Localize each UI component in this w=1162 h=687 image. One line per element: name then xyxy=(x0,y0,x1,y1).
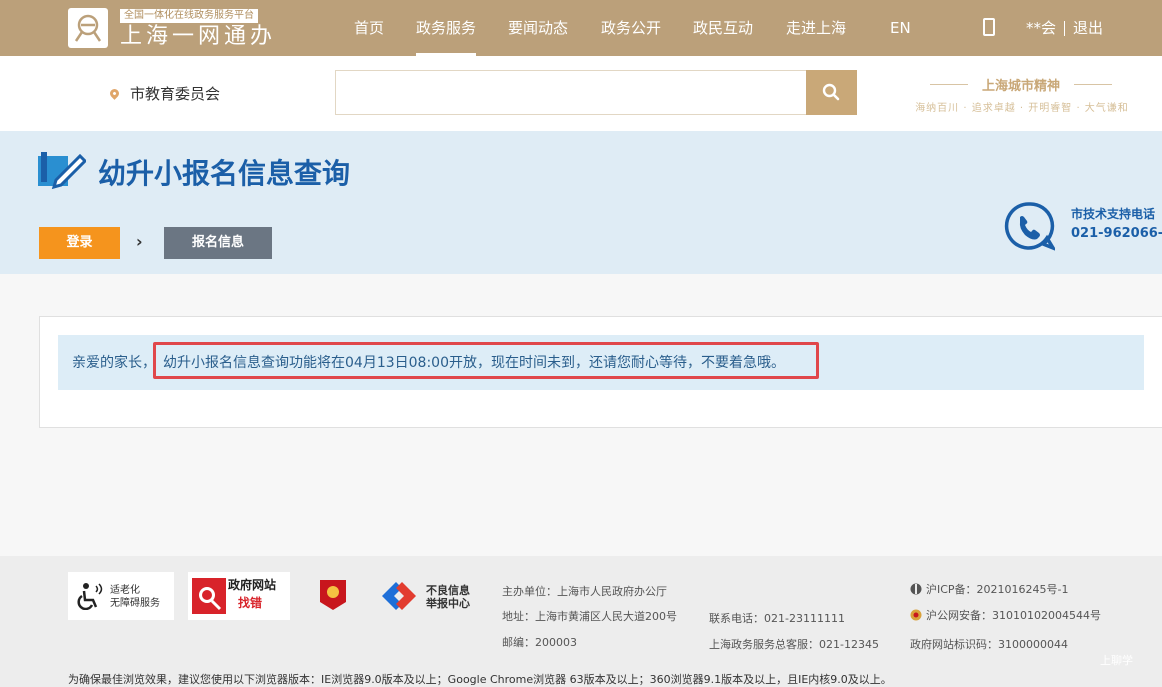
footer-phone: 联系电话：021-23111111 xyxy=(709,612,845,625)
accessibility-icon xyxy=(77,583,103,610)
report-center-badge[interactable]: 不良信息 举报中心 xyxy=(380,572,480,620)
notice-message: 幼升小报名信息查询功能将在04月13日08:00开放，现在时间未到，还请您耐心等… xyxy=(163,355,785,371)
mobile-icon[interactable] xyxy=(983,18,995,36)
search-button[interactable] xyxy=(806,70,857,115)
magnifier-icon xyxy=(192,578,226,614)
user-name[interactable]: **会 xyxy=(1026,0,1056,56)
logo-emblem-icon xyxy=(68,8,108,48)
phone-support-icon xyxy=(1004,202,1055,251)
nav-home[interactable]: 首页 xyxy=(354,0,384,56)
watermark: 上聊学 xyxy=(1100,654,1133,667)
hotline-label: 市技术支持电话 xyxy=(1071,207,1156,221)
police-badge-icon xyxy=(910,609,922,621)
page-title: 幼升小报名信息查询 xyxy=(98,157,351,190)
nav-divider xyxy=(1064,21,1065,36)
report-error-badge[interactable]: 政府网站 找错 xyxy=(188,572,290,620)
report-error-label-1: 政府网站 xyxy=(228,578,277,592)
nav-news[interactable]: 要闻动态 xyxy=(508,0,568,56)
report-center-label-2: 举报中心 xyxy=(426,597,470,610)
nav-gov-affairs-public[interactable]: 政务公开 xyxy=(601,0,661,56)
footer-sponsor: 主办单位：上海市人民政府办公厅 xyxy=(502,585,667,598)
nav-english[interactable]: EN xyxy=(890,0,911,56)
location-selector[interactable]: 市教育委员会 xyxy=(130,83,220,104)
step-registration-info[interactable]: 报名信息 xyxy=(164,227,272,259)
step-login[interactable]: 登录 xyxy=(39,227,120,259)
footer-postcode: 邮编：200003 xyxy=(502,636,577,649)
footer-police-record[interactable]: 沪公网安备：31010102004544号 xyxy=(926,607,1101,623)
nav-interaction[interactable]: 政民互动 xyxy=(693,0,753,56)
chevron-right-icon: › xyxy=(136,232,143,251)
footer-site-code: 政府网站标识码：3100000044 xyxy=(910,638,1068,651)
search-input[interactable] xyxy=(335,70,806,115)
report-error-label-2: 找错 xyxy=(238,596,263,610)
notice-greeting: 亲爱的家长， xyxy=(72,355,156,371)
site-logo[interactable]: 全国一体化在线政务服务平台 上海一网通办 xyxy=(68,8,280,50)
search-icon xyxy=(822,83,840,101)
city-spirit-motto: 海纳百川 · 追求卓越 · 开明睿智 · 大气谦和 xyxy=(915,103,1129,114)
footer-hotline: 上海政务服务总客服：021-12345 xyxy=(709,638,879,651)
logo-name: 上海一网通办 xyxy=(120,24,277,49)
report-center-label-1: 不良信息 xyxy=(426,584,470,597)
accessibility-label-2: 无障碍服务 xyxy=(110,598,160,609)
logo-tagline: 全国一体化在线政务服务平台 xyxy=(120,9,258,23)
hotline-number: 021-962066-1 xyxy=(1071,226,1162,241)
emblem-icon xyxy=(320,580,346,610)
nav-discover-shanghai[interactable]: 走进上海 xyxy=(786,0,846,56)
browser-compatibility-note: 为确保最佳浏览效果，建议您使用以下浏览器版本：IE浏览器9.0版本及以上；Goo… xyxy=(68,673,892,686)
city-spirit-title: 上海城市精神 xyxy=(930,75,1112,94)
party-emblem-badge[interactable] xyxy=(316,572,352,620)
logout-link[interactable]: 退出 xyxy=(1073,0,1103,56)
edit-document-icon xyxy=(38,152,86,190)
footer-icp[interactable]: 沪ICP备：2021016245号-1 xyxy=(926,581,1069,597)
accessibility-badge[interactable]: 适老化 无障碍服务 xyxy=(68,572,174,620)
accessibility-label-1: 适老化 xyxy=(110,585,140,596)
footer-address: 地址：上海市黄浦区人民大道200号 xyxy=(502,610,677,623)
report-center-icon xyxy=(382,582,416,610)
icp-icon xyxy=(910,583,922,595)
nav-government-services[interactable]: 政务服务 xyxy=(416,0,477,56)
